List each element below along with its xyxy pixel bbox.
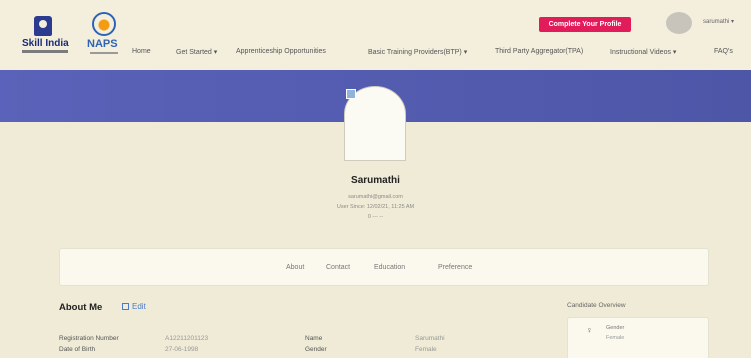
profile-location: 0 --- -- xyxy=(367,214,384,220)
overview-gender-value: Female xyxy=(606,335,625,341)
edit-about-link[interactable]: Edit xyxy=(122,302,146,311)
profile-user-since: User Since: 12/02/21, 11:25 AM xyxy=(336,204,415,210)
name-label: Name xyxy=(305,335,323,342)
profile-photo[interactable] xyxy=(344,86,406,161)
user-menu-toggle[interactable]: sarumathi ▾ xyxy=(703,18,734,25)
tab-preference[interactable]: Preference xyxy=(438,264,472,271)
user-avatar[interactable] xyxy=(666,12,692,34)
tab-education[interactable]: Education xyxy=(374,264,405,271)
gender-label: Gender xyxy=(305,346,327,353)
nav-apprenticeship-opportunities[interactable]: Apprenticeship Opportunities xyxy=(236,48,326,55)
main-nav: Home Get Started ▾ Apprenticeship Opport… xyxy=(0,48,751,60)
gender-value: Female xyxy=(415,346,437,353)
registration-number-label: Registration Number xyxy=(59,335,119,342)
tab-contact[interactable]: Contact xyxy=(326,264,350,271)
naps-emblem-icon xyxy=(92,12,116,36)
nav-instructional-videos[interactable]: Instructional Videos ▾ xyxy=(610,48,676,56)
profile-email: sarumathi@gmail.com xyxy=(348,194,403,200)
candidate-overview-card: ♀ Gender Female xyxy=(567,317,709,358)
tab-about[interactable]: About xyxy=(286,264,304,271)
edit-label: Edit xyxy=(132,302,146,311)
top-navigation-bar: Skill India NAPS Home Get Started ▾ Appr… xyxy=(0,0,751,70)
nav-btp[interactable]: Basic Training Providers(BTP) ▾ xyxy=(368,48,467,56)
female-icon: ♀ xyxy=(586,325,593,335)
nav-tpa[interactable]: Third Party Aggregator(TPA) xyxy=(495,48,583,55)
dob-value: 27-06-1998 xyxy=(165,346,199,353)
profile-tabs: About Contact Education Preference xyxy=(59,248,709,286)
edit-icon xyxy=(122,303,129,310)
dob-label: Date of Birth xyxy=(59,346,96,353)
nav-get-started[interactable]: Get Started ▾ xyxy=(176,48,217,56)
nav-home[interactable]: Home xyxy=(132,48,151,55)
nav-faqs[interactable]: FAQ's xyxy=(714,48,733,55)
overview-gender-label: Gender xyxy=(606,325,625,331)
emblem-icon xyxy=(34,16,52,36)
profile-name: Sarumathi xyxy=(351,175,400,186)
candidate-overview-heading: Candidate Overview xyxy=(567,302,626,309)
complete-profile-button[interactable]: Complete Your Profile xyxy=(539,17,631,32)
about-me-heading: About Me xyxy=(59,302,103,313)
registration-number-value: A12211201123 xyxy=(165,335,209,342)
name-value: Sarumathi xyxy=(415,335,445,342)
